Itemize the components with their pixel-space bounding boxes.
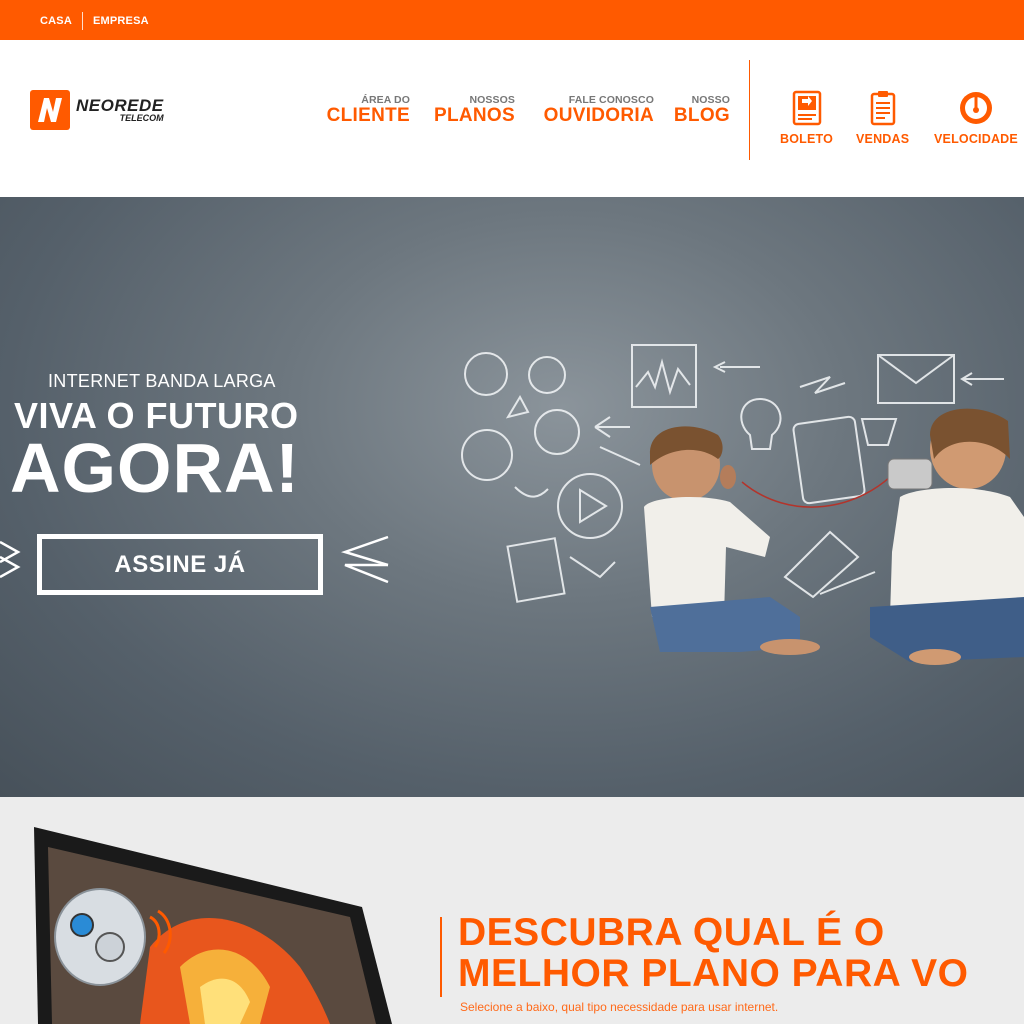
nav-item-big: OUVIDORIA bbox=[543, 105, 654, 126]
hero-headline-line2: AGORA! bbox=[10, 429, 300, 507]
plans-title-line2: MELHOR PLANO PARA VO bbox=[458, 951, 969, 995]
plans-description: Selecione a baixo, qual tipo necessidade… bbox=[460, 1000, 779, 1014]
invoice-icon bbox=[792, 90, 821, 126]
tool-vendas-button[interactable]: VENDAS bbox=[856, 90, 909, 146]
plans-title-line1: DESCUBRA QUAL É O bbox=[458, 911, 885, 954]
nav-item-blog[interactable]: NOSSO BLOG bbox=[674, 94, 730, 126]
top-link-empresa[interactable]: EMPRESA bbox=[93, 15, 149, 27]
plans-title: DESCUBRA QUAL É O MELHOR PLANO PARA VO bbox=[458, 911, 969, 995]
plans-divider bbox=[440, 917, 442, 997]
hero-banner: INTERNET BANDA LARGA VIVA O FUTURO AGORA… bbox=[0, 197, 1024, 797]
header-divider bbox=[749, 60, 750, 160]
tool-label: BOLETO bbox=[780, 132, 834, 146]
top-link-divider bbox=[81, 12, 83, 30]
nav-item-planos[interactable]: NOSSOS PLANOS bbox=[434, 94, 515, 126]
nav-item-big: CLIENTE bbox=[326, 105, 410, 126]
top-bar: CASA EMPRESA bbox=[0, 0, 1024, 40]
monitor-illustration bbox=[34, 827, 392, 1024]
logo-text: NEOREDE TELECOM bbox=[76, 97, 164, 123]
nav-item-big: PLANOS bbox=[434, 105, 515, 126]
logo-sub: TELECOM bbox=[119, 113, 164, 123]
tool-velocidade-button[interactable]: VELOCIDADE bbox=[934, 90, 1018, 146]
plans-section: DESCUBRA QUAL É O MELHOR PLANO PARA VO S… bbox=[0, 797, 1024, 1024]
header: NEOREDE TELECOM ÁREA DO CLIENTE NOSSOS P… bbox=[0, 40, 1024, 197]
top-link-casa[interactable]: CASA bbox=[40, 15, 72, 27]
logo-mark-icon bbox=[30, 90, 70, 130]
assine-ja-button[interactable]: ASSINE JÁ bbox=[37, 534, 323, 595]
hero-subtitle: INTERNET BANDA LARGA bbox=[48, 371, 276, 391]
logo-name: NEOREDE bbox=[76, 96, 164, 115]
tool-label: VELOCIDADE bbox=[934, 132, 1018, 146]
tool-boleto-button[interactable]: BOLETO bbox=[780, 90, 833, 146]
nav-item-cliente[interactable]: ÁREA DO CLIENTE bbox=[327, 94, 410, 126]
logo[interactable]: NEOREDE TELECOM bbox=[30, 90, 164, 130]
clipboard-icon bbox=[870, 91, 895, 126]
kid-right-figure bbox=[870, 408, 1024, 665]
nav-item-big: BLOG bbox=[673, 105, 730, 126]
tool-label: VENDAS bbox=[856, 132, 910, 146]
speedometer-icon bbox=[959, 92, 992, 124]
kid-left-figure bbox=[644, 426, 820, 655]
top-links: CASA EMPRESA bbox=[40, 12, 149, 30]
nav-item-ouvidoria[interactable]: FALE CONOSCO OUVIDORIA bbox=[544, 94, 654, 126]
